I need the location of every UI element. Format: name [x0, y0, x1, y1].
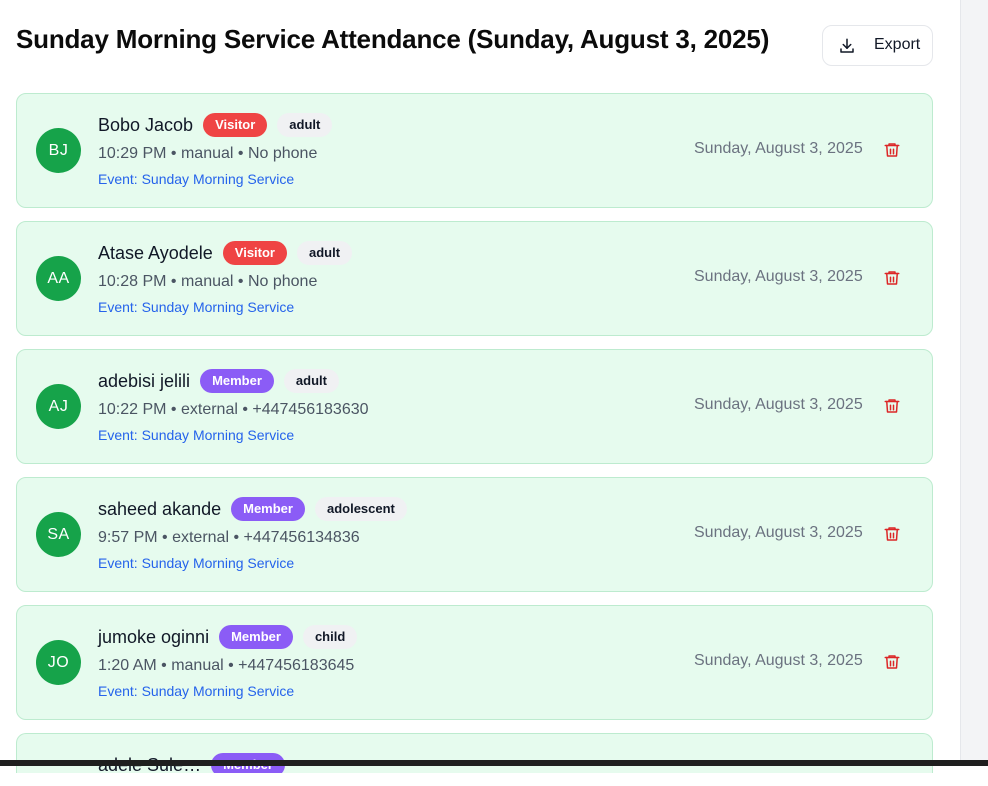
- type-badge: Member: [219, 625, 293, 649]
- attendance-date: Sunday, August 3, 2025: [694, 396, 863, 413]
- avatar: BJ: [36, 128, 81, 173]
- attendance-meta: 1:20 AM • manual • +447456183645: [98, 657, 355, 674]
- attendance-meta: 10:22 PM • external • +447456183630: [98, 401, 369, 418]
- attendee-name: Bobo Jacob: [98, 114, 194, 135]
- attendee-name: jumoke oginni: [98, 626, 210, 647]
- attendee-name: saheed akande: [98, 498, 222, 519]
- delete-button[interactable]: [881, 395, 903, 417]
- attendance-meta: 10:29 PM • manual • No phone: [98, 145, 318, 162]
- attendance-meta: 9:57 PM • external • +447456134836: [98, 529, 360, 546]
- attendance-list: BJ Bobo Jacob Visitor adult 10:29 PM • m…: [16, 93, 933, 786]
- avatar: SA: [36, 512, 81, 557]
- type-badge: Visitor: [203, 113, 268, 137]
- event-link[interactable]: Event: Sunday Morning Service: [98, 683, 294, 699]
- export-label: Export: [874, 36, 921, 53]
- type-badge: Visitor: [222, 241, 287, 265]
- event-link[interactable]: Event: Sunday Morning Service: [98, 171, 294, 187]
- trash-icon: [884, 527, 900, 541]
- delete-button[interactable]: [881, 139, 903, 161]
- attendance-date: Sunday, August 3, 2025: [694, 524, 863, 541]
- bottom-edge: [0, 760, 988, 766]
- delete-button[interactable]: [881, 267, 903, 289]
- attendance-date: Sunday, August 3, 2025: [694, 652, 863, 669]
- side-panel: [960, 0, 988, 760]
- type-badge: Member: [200, 369, 274, 393]
- age-badge: adult: [277, 113, 333, 137]
- trash-icon: [884, 655, 900, 669]
- attendance-card: AJ adebisi jelili Member adult 10:22 PM …: [16, 349, 933, 464]
- attendance-date: Sunday, August 3, 2025: [694, 268, 863, 285]
- attendee-name: adebisi jelili: [98, 370, 191, 391]
- trash-icon: [884, 399, 900, 413]
- trash-icon: [884, 271, 900, 285]
- age-badge: child: [302, 625, 358, 649]
- attendance-card: SA saheed akande Member adolescent 9:57 …: [16, 477, 933, 592]
- attendance-card-partial: adele Sule… Member: [16, 733, 933, 773]
- page-title: Sunday Morning Service Attendance (Sunda…: [16, 24, 770, 54]
- age-badge: adolescent: [314, 497, 407, 521]
- avatar: AJ: [36, 384, 81, 429]
- download-icon: [840, 38, 854, 53]
- delete-button[interactable]: [881, 651, 903, 673]
- avatar: JO: [36, 640, 81, 685]
- event-link[interactable]: Event: Sunday Morning Service: [98, 427, 294, 443]
- attendance-date: Sunday, August 3, 2025: [694, 140, 863, 157]
- attendance-card: AA Atase Ayodele Visitor adult 10:28 PM …: [16, 221, 933, 336]
- event-link[interactable]: Event: Sunday Morning Service: [98, 555, 294, 571]
- event-link[interactable]: Event: Sunday Morning Service: [98, 299, 294, 315]
- age-badge: adult: [296, 241, 353, 265]
- age-badge: adult: [283, 369, 339, 393]
- type-badge: Member: [231, 497, 305, 521]
- attendee-name: Atase Ayodele: [98, 242, 213, 263]
- attendance-card: BJ Bobo Jacob Visitor adult 10:29 PM • m…: [16, 93, 933, 208]
- export-button[interactable]: Export: [822, 25, 933, 66]
- attendance-card: JO jumoke oginni Member child 1:20 AM • …: [16, 605, 933, 720]
- delete-button[interactable]: [881, 523, 903, 545]
- avatar: AA: [36, 256, 81, 301]
- trash-icon: [884, 143, 900, 157]
- attendance-meta: 10:28 PM • manual • No phone: [98, 273, 318, 290]
